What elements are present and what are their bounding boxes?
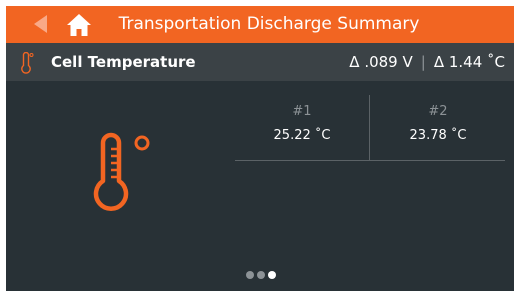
section-header: Cell Temperature Δ .089 V | Δ 1.44 ˚C <box>6 43 514 81</box>
voltage-delta: Δ .089 V <box>349 53 413 71</box>
delta-separator: | <box>420 53 426 71</box>
header-bar: Transportation Discharge Summary <box>6 6 514 43</box>
cell-temperature: 23.78 ˚C <box>409 128 467 143</box>
thermometer-icon <box>21 52 34 74</box>
page-indicator <box>246 264 279 279</box>
column-divider <box>369 95 370 161</box>
content-area: #1 25.22 ˚C #2 23.78 ˚C <box>6 81 514 291</box>
home-icon[interactable] <box>66 12 92 38</box>
section-title: Cell Temperature <box>51 53 196 71</box>
page-dot[interactable] <box>246 271 254 279</box>
page-dot[interactable] <box>257 271 265 279</box>
cell-temperature: 25.22 ˚C <box>273 128 331 143</box>
cell-label: #1 <box>292 104 312 119</box>
row-divider <box>235 160 505 161</box>
cell-label: #2 <box>428 104 448 119</box>
back-arrow-icon[interactable] <box>34 15 47 33</box>
page-dot-active[interactable] <box>268 271 276 279</box>
delta-readout: Δ .089 V | Δ 1.44 ˚C <box>349 43 505 81</box>
temperature-delta: Δ 1.44 ˚C <box>433 53 505 71</box>
device-screen: Transportation Discharge Summary Cell Te… <box>6 6 514 291</box>
thermometer-icon <box>93 132 150 211</box>
